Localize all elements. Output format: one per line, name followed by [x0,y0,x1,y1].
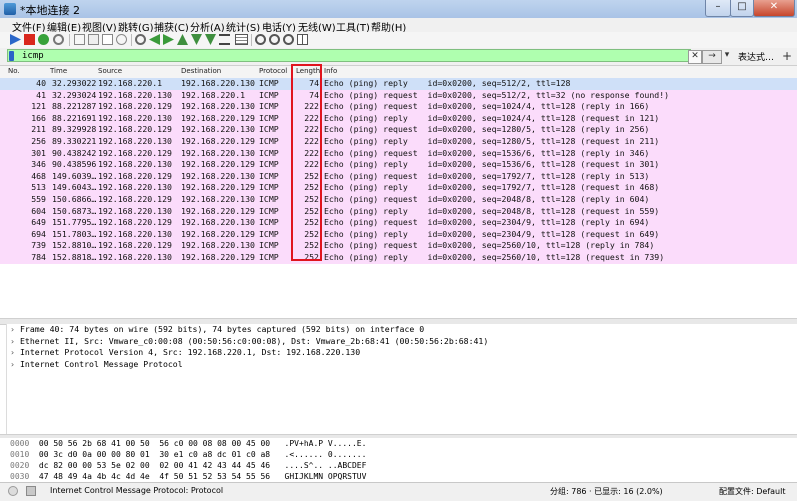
packet-bytes: 0000 00 50 56 2b 68 41 00 50 56 c0 00 08… [0,438,797,482]
toolbar-separator [251,34,252,46]
column-time[interactable]: Time [50,67,67,75]
status-bar: Internet Control Message Protocol: Proto… [0,482,797,501]
zoom-in-icon[interactable] [255,34,266,45]
filter-history-dropdown-icon[interactable]: ▾ [722,50,732,62]
normal-size-icon[interactable] [283,34,294,45]
reload-icon[interactable] [116,34,127,45]
autoscroll-icon[interactable] [219,34,230,45]
main-toolbar [0,32,797,49]
packet-row[interactable]: 694 151.7803… 192.168.220.130 192.168.220.1… [0,228,797,241]
capture-file-properties-icon[interactable] [26,486,36,496]
toolbar-separator [69,34,70,46]
apply-filter-arrow-icon[interactable]: → [702,50,722,64]
go-back-icon[interactable] [149,34,160,45]
resize-columns-icon[interactable] [297,34,308,45]
packet-row[interactable]: 604 150.6873… 192.168.220.130 192.168.220.1… [0,205,797,218]
clear-filter-icon[interactable]: ✕ [688,50,702,64]
go-last-icon[interactable] [205,34,216,45]
column-info[interactable]: Info [324,67,337,75]
close-button[interactable]: ✕ [753,0,795,17]
packet-details: › Frame 40: 74 bytes on wire (592 bits), … [6,324,797,434]
packet-count: 分组: 786 · 已显示: 16 (2.0%) [550,487,663,496]
packet-row[interactable]: 649 151.7795… 192.168.220.129 192.168.220.1… [0,217,797,229]
expert-info-icon[interactable] [8,486,18,496]
packet-row[interactable]: 346 90.438596 192.168.220.130 192.168.220.1… [0,159,797,171]
status-text: Internet Control Message Protocol: Proto… [50,486,224,495]
title-bar: *本地连接 2 – □ ✕ [0,0,797,19]
hex-row[interactable]: 0010 00 3c d0 0a 00 00 80 01 30 e1 c0 a8… [10,449,366,460]
hex-row[interactable]: 0020 dc 82 00 00 53 5e 02 00 02 00 41 42… [10,460,366,471]
hex-row[interactable]: 0030 47 48 49 4a 4b 4c 4d 4e 4f 50 51 52… [10,471,366,482]
go-first-icon[interactable] [191,34,202,45]
menu-bar: 文件(F) 编辑(E) 视图(V) 跳转(G) 捕获(C) 分析(A) 统计(S… [0,18,797,34]
packet-row[interactable]: 739 152.8810… 192.168.220.129 192.168.220.1… [0,240,797,252]
expand-arrow-icon[interactable]: › [10,336,20,348]
length-column-highlight [291,64,322,261]
start-capture-icon[interactable] [10,34,21,45]
expand-arrow-icon[interactable]: › [10,347,20,359]
display-filter-input[interactable]: icmp [7,49,691,62]
detail-frame[interactable]: › Frame 40: 74 bytes on wire (592 bits), … [10,324,424,336]
column-protocol[interactable]: Protocol [259,67,287,75]
restart-capture-icon[interactable] [38,34,49,45]
expression-button[interactable]: 表达式… [738,50,774,63]
profile-label[interactable]: 配置文件: Default [719,486,785,497]
column-no[interactable]: No. [8,67,20,75]
packet-row[interactable]: 513 149.6043… 192.168.220.130 192.168.220.1… [0,182,797,194]
packet-row[interactable]: 784 152.8818… 192.168.220.130 192.168.220.1… [0,252,797,264]
packet-row[interactable]: 211 89.329928 192.168.220.129 192.168.220.1… [0,124,797,136]
bookmark-icon[interactable] [9,51,14,61]
save-file-icon[interactable] [88,34,99,45]
go-forward-icon[interactable] [163,34,174,45]
detail-ip[interactable]: › Internet Protocol Version 4, Src: 192.1… [10,347,360,359]
find-packet-icon[interactable] [135,34,146,45]
window-title: *本地连接 2 [20,4,80,17]
open-file-icon[interactable] [74,34,85,45]
packet-row[interactable]: 559 150.6866… 192.168.220.129 192.168.220.1… [0,194,797,206]
packet-row[interactable]: 301 90.438242 192.168.220.129 192.168.220.1… [0,147,797,160]
packet-row[interactable]: 166 88.221691 192.168.220.130 192.168.220.1… [0,112,797,125]
capture-options-icon[interactable] [53,34,64,45]
packet-row[interactable]: 256 89.330221 192.168.220.130 192.168.220.1… [0,136,797,148]
display-filter-bar: icmp ✕ → ▾ 表达式… + [0,48,797,66]
stop-capture-icon[interactable] [24,34,35,45]
expand-arrow-icon[interactable]: › [10,324,20,336]
packet-list: 40 32.293022 192.168.220.1 192.168.220.130 I… [0,78,797,318]
hex-row[interactable]: 0000 00 50 56 2b 68 41 00 50 56 c0 00 08… [10,438,366,449]
packet-row[interactable]: 40 32.293022 192.168.220.1 192.168.220.130 I… [0,78,797,90]
maximize-button[interactable]: □ [730,0,754,17]
add-filter-button[interactable]: + [782,49,792,63]
column-destination[interactable]: Destination [181,67,221,75]
detail-ethernet[interactable]: › Ethernet II, Src: Vmware_c0:00:08 (00:5… [10,336,488,348]
zoom-out-icon[interactable] [269,34,280,45]
minimize-button[interactable]: – [705,0,731,17]
packet-row[interactable]: 41 32.293024 192.168.220.130 192.168.220.1 I… [0,89,797,102]
close-file-icon[interactable] [102,34,113,45]
wireshark-app-icon [4,3,16,15]
toolbar-separator [131,34,132,46]
packet-row[interactable]: 468 149.6039… 192.168.220.129 192.168.220.1… [0,170,797,183]
go-to-packet-icon[interactable] [177,34,188,45]
colorize-icon[interactable] [235,34,248,45]
detail-icmp[interactable]: › Internet Control Message Protocol [10,359,183,371]
packet-row[interactable]: 121 88.221287 192.168.220.129 192.168.220.1… [0,101,797,113]
column-source[interactable]: Source [98,67,122,75]
expand-arrow-icon[interactable]: › [10,359,20,371]
